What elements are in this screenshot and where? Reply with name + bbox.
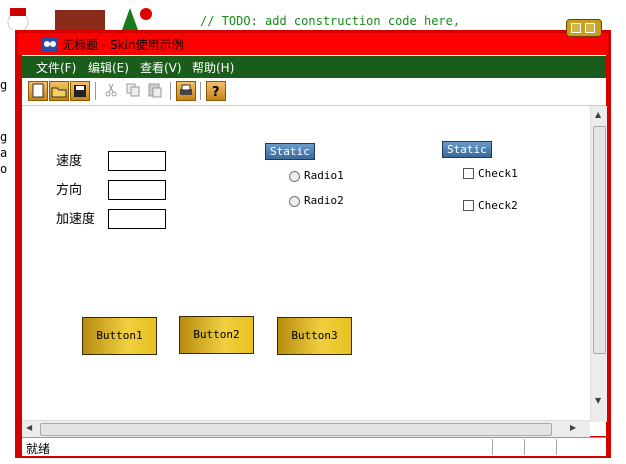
window-controls[interactable] <box>566 19 602 37</box>
menu-bar: 文件(F) 编辑(E) 查看(V) 帮助(H) <box>22 55 606 78</box>
speed-label: 速度 <box>56 154 83 169</box>
menu-help[interactable]: 帮助(H) <box>192 59 234 76</box>
radio1-label[interactable]: Radio1 <box>304 169 344 182</box>
open-icon[interactable] <box>49 81 69 101</box>
window-title: 无标题 - Skin使用示例 <box>62 38 184 52</box>
scroll-right-icon[interactable]: ▶ <box>570 423 576 432</box>
radio2-label[interactable]: Radio2 <box>304 194 344 207</box>
menu-edit[interactable]: 编辑(E) <box>88 59 129 76</box>
button1[interactable]: Button1 <box>82 317 157 355</box>
menu-file[interactable]: 文件(F) <box>36 59 76 76</box>
toolbar: ? <box>22 78 606 106</box>
vertical-scroll-thumb[interactable] <box>593 126 606 354</box>
speed-input[interactable] <box>108 151 166 171</box>
check2-label[interactable]: Check2 <box>478 199 518 212</box>
close-icon[interactable] <box>585 23 595 33</box>
acceleration-input[interactable] <box>108 209 166 229</box>
new-icon[interactable] <box>28 81 48 101</box>
status-bar: 就绪 <box>22 437 606 456</box>
status-pane-2 <box>524 439 525 455</box>
paste-icon[interactable] <box>146 81 166 101</box>
static-label-1: Static <box>265 143 315 160</box>
scroll-left-icon[interactable]: ◀ <box>26 423 32 432</box>
static-label-2: Static <box>442 141 492 158</box>
minimize-icon[interactable] <box>571 23 581 33</box>
acceleration-label: 加速度 <box>56 212 96 227</box>
radio2-button[interactable] <box>289 196 300 207</box>
direction-input[interactable] <box>108 180 166 200</box>
copy-icon[interactable] <box>124 81 144 101</box>
scroll-down-icon[interactable]: ▼ <box>595 396 601 405</box>
button3[interactable]: Button3 <box>277 317 352 355</box>
button2[interactable]: Button2 <box>179 316 254 354</box>
check1-box[interactable] <box>463 168 474 179</box>
horizontal-scrollbar[interactable]: ◀ ▶ <box>22 420 590 437</box>
scroll-up-icon[interactable]: ▲ <box>595 110 601 119</box>
skin-window: 无标题 - Skin使用示例 文件(F) 编辑(E) 查看(V) 帮助(H) ?… <box>15 19 611 458</box>
help-icon[interactable]: ? <box>206 81 226 101</box>
check1-label[interactable]: Check1 <box>478 167 518 180</box>
status-pane-3 <box>556 439 557 455</box>
check2-box[interactable] <box>463 200 474 211</box>
print-icon[interactable] <box>176 81 196 101</box>
radio1-button[interactable] <box>289 171 300 182</box>
cut-icon[interactable] <box>102 81 122 101</box>
vertical-scrollbar[interactable]: ▲ ▼ <box>590 106 607 422</box>
app-icon <box>42 37 58 51</box>
direction-label: 方向 <box>56 183 83 198</box>
save-icon[interactable] <box>70 81 90 101</box>
client-area: 速度 方向 加速度 Static Radio1 Radio2 Static Ch… <box>22 106 607 437</box>
svg-text:?: ? <box>212 85 220 100</box>
status-text: 就绪 <box>26 442 51 456</box>
menu-view[interactable]: 查看(V) <box>140 59 182 76</box>
title-bar[interactable]: 无标题 - Skin使用示例 <box>18 19 608 55</box>
background-code-comment: // TODO: add construction code here, <box>200 14 461 28</box>
horizontal-scroll-thumb[interactable] <box>40 423 552 436</box>
status-pane-1 <box>492 439 493 455</box>
